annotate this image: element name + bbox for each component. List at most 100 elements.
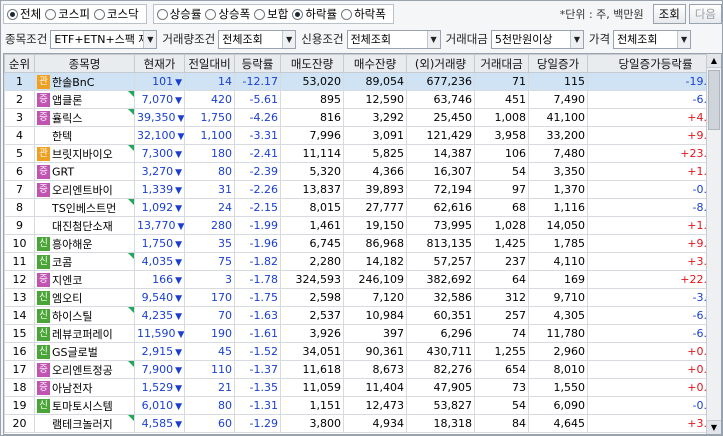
scroll-down-icon[interactable]: ▼ [707,420,721,434]
flag-marker-icon [128,307,134,313]
stock-condition-value: ETF+ETN+스팩 제! [54,33,153,46]
bid-qty-cell: 27,777 [343,198,407,217]
column-header[interactable]: 순위 [4,54,35,73]
table-row[interactable]: 9 대진첨단소재 13,770 ▼ 280 -1.99 1,461 19,150 73,995 1… [4,216,721,235]
stock-name-cell[interactable]: 신 레뷰코퍼레이 [34,324,135,343]
table-row[interactable]: 3 증 휼릭스 39,350 ▼ 1,750 -4.26 816 3,292 25,450 1,00… [4,108,721,127]
day-increase-cell: 4,110 [528,252,588,271]
rate-cell: -1.78 [234,270,281,289]
stock-name-cell[interactable]: 증 아남전자 [34,378,135,397]
table-row[interactable]: 8 TS인베스트먼 1,092 ▼ 24 -2.15 8,015 27,777 62,616 68… [4,198,721,217]
stock-name: GRT [52,165,75,178]
market-radio-2[interactable]: 코스닥 [93,6,139,22]
column-header[interactable]: 매수잔량 [343,54,407,73]
stock-name-cell[interactable]: 증 휼릭스 [34,108,135,127]
stock-name: TS인베스트먼 [52,201,117,215]
table-row[interactable]: 20 램테크놀러지 4,585 ▼ 60 -1.29 3,800 4,934 18,318 84 4… [4,414,721,433]
column-header[interactable]: 현재가 [134,54,185,73]
scrollbar-thumb[interactable] [708,70,720,130]
credit-condition-select[interactable]: 전체조회 ▼ [346,29,441,49]
sort-radio-0[interactable]: 상승률 [156,6,201,22]
sort-radio-4[interactable]: 하락폭 [341,6,386,22]
table-row[interactable]: 17 증 오리엔트정공 7,900 ▼ 110 -1.37 11,618 8,673 82,276… [4,360,721,379]
stock-name-cell[interactable]: 신 하이스틸 [34,306,135,325]
ask-qty-cell: 3,926 [280,324,344,343]
stock-name-cell[interactable]: 증 앱클론 [34,90,135,109]
radio-dot-icon [292,8,304,20]
stock-ranking-window: 전체 코스피 코스닥 상승률 상승폭 보합 하락률 하락폭 *단위 : 주, 백만원 조회 … [0,0,723,436]
stock-condition-select[interactable]: ETF+ETN+스팩 제! ▼ [50,29,158,49]
column-header[interactable]: 당일증가 [528,54,588,73]
change-cell: 3 [184,270,235,289]
stock-name-cell[interactable]: TS인베스트먼 [34,198,135,217]
volume-condition-select[interactable]: 전체조회 ▼ [218,29,297,49]
table-row[interactable]: 5 관 브릿지바이오 7,300 ▼ 180 -2.41 11,114 5,825 14,387 1… [4,144,721,163]
status-badge: 관 [37,146,50,161]
table-row[interactable]: 4 한텍 32,100 ▼ 1,100 -3.31 7,996 3,091 121,429 3,9… [4,126,721,145]
rate-cell: -4.26 [234,108,281,127]
query-button[interactable]: 조회 [652,4,686,24]
price-cell: 4,235 ▼ [134,306,185,325]
volume-cell: 62,616 [406,198,475,217]
rate-cell: -2.26 [234,180,281,199]
stock-name: 한솔BnC [52,75,95,89]
flag-marker-icon [128,145,134,151]
table-row[interactable]: 18 증 아남전자 1,529 ▼ 21 -1.35 11,059 11,404 47,905 73… [4,378,721,397]
stock-name-cell[interactable]: 신 코콤 [34,252,135,271]
table-row[interactable]: 1 관 한솔BnC 101 ▼ 14 -12.17 53,020 89,054 677,236 71… [4,72,721,91]
sort-radio-group: 상승률 상승폭 보합 하락률 하락폭 [152,4,394,24]
market-radio-1[interactable]: 코스피 [45,6,90,22]
stock-name-cell[interactable]: 램테크놀러지 [34,414,135,433]
volume-cell: 14,387 [406,144,475,163]
table-row[interactable]: 12 증 지엔코 166 ▼ 3 -1.78 324,593 246,109 382,692 64 1… [4,270,721,289]
column-header[interactable]: 등락률 [234,54,281,73]
price-value: 101 [152,75,174,88]
day-increase-rate-cell: +0.85 [587,342,721,361]
sort-radio-1[interactable]: 상승폭 [205,6,250,22]
trade-amount-select[interactable]: 5천만원이상 ▼ [490,29,584,49]
stock-name-cell[interactable]: 관 한솔BnC [34,72,135,91]
table-row[interactable]: 6 증 GRT 3,270 ▼ 80 -2.39 5,320 4,366 16,307 54 3,35… [4,162,721,181]
table-row[interactable]: 13 신 엠오티 9,540 ▼ 170 -1.75 2,598 7,120 32,586 312 9… [4,288,721,307]
market-radio-0[interactable]: 전체 [7,6,41,22]
table-row[interactable]: 7 증 오리엔트바이 1,339 ▼ 31 -2.26 13,837 39,893 72,194 9… [4,180,721,199]
vertical-scrollbar[interactable]: ▲ ▼ [706,54,721,434]
column-header[interactable]: 거래대금 [474,54,529,73]
day-increase-cell: 115 [528,72,588,91]
column-header[interactable]: 당일증가등락률 [587,54,721,73]
stock-name-cell[interactable]: 증 GRT [34,162,135,181]
bid-qty-cell: 12,473 [343,396,407,415]
stock-name-cell[interactable]: 증 오리엔트정공 [34,360,135,379]
column-header[interactable]: (외)거래량 [406,54,475,73]
bid-qty-cell: 14,182 [343,252,407,271]
table-row[interactable]: 10 신 흥아해운 1,750 ▼ 35 -1.96 6,745 86,968 813,135 1,… [4,234,721,253]
stock-name-cell[interactable]: 증 오리엔트바이 [34,180,135,199]
amount-cell: 73 [474,378,529,397]
table-row[interactable]: 14 신 하이스틸 4,235 ▼ 70 -1.63 2,537 10,984 60,351 257… [4,306,721,325]
column-header[interactable]: 매도잔량 [280,54,344,73]
table-row[interactable]: 2 증 앱클론 7,070 ▼ 420 -5.61 895 12,590 63,746 451 7,4… [4,90,721,109]
column-header[interactable]: 전일대비 [184,54,235,73]
stock-name-cell[interactable]: 대진첨단소재 [34,216,135,235]
price-select[interactable]: 전체조회 ▼ [613,29,692,49]
stock-name-cell[interactable]: 한텍 [34,126,135,145]
stock-name-cell[interactable]: 관 브릿지바이오 [34,144,135,163]
stock-name-cell[interactable]: 신 흥아해운 [34,234,135,253]
sort-radio-2[interactable]: 보합 [254,6,288,22]
table-row[interactable]: 15 신 레뷰코퍼레이 11,590 ▼ 190 -1.61 3,926 397 6,296 74 1… [4,324,721,343]
column-header[interactable]: 종목명 [34,54,135,73]
rate-cell: -1.75 [234,288,281,307]
next-button[interactable]: 다음 [688,4,722,24]
table-row[interactable]: 16 신 GS글로벌 2,915 ▼ 45 -1.52 34,051 90,361 430,711… [4,342,721,361]
stock-name-cell[interactable]: 증 지엔코 [34,270,135,289]
stock-name-cell[interactable]: 신 엠오티 [34,288,135,307]
stock-name-cell[interactable]: 신 토마토시스템 [34,396,135,415]
scroll-up-icon[interactable]: ▲ [707,54,721,68]
day-increase-cell: 14,050 [528,216,588,235]
radio-label: 하락폭 [354,7,386,21]
table-row[interactable]: 11 신 코콤 4,035 ▼ 75 -1.82 2,280 14,182 57,257 237 4,… [4,252,721,271]
table-row[interactable]: 19 신 토마토시스템 6,010 ▼ 80 -1.31 1,151 12,473 53,827 5… [4,396,721,415]
sort-radio-3[interactable]: 하락률 [292,6,337,22]
day-increase-rate-cell: +22.46 [587,270,721,289]
stock-name-cell[interactable]: 신 GS글로벌 [34,342,135,361]
